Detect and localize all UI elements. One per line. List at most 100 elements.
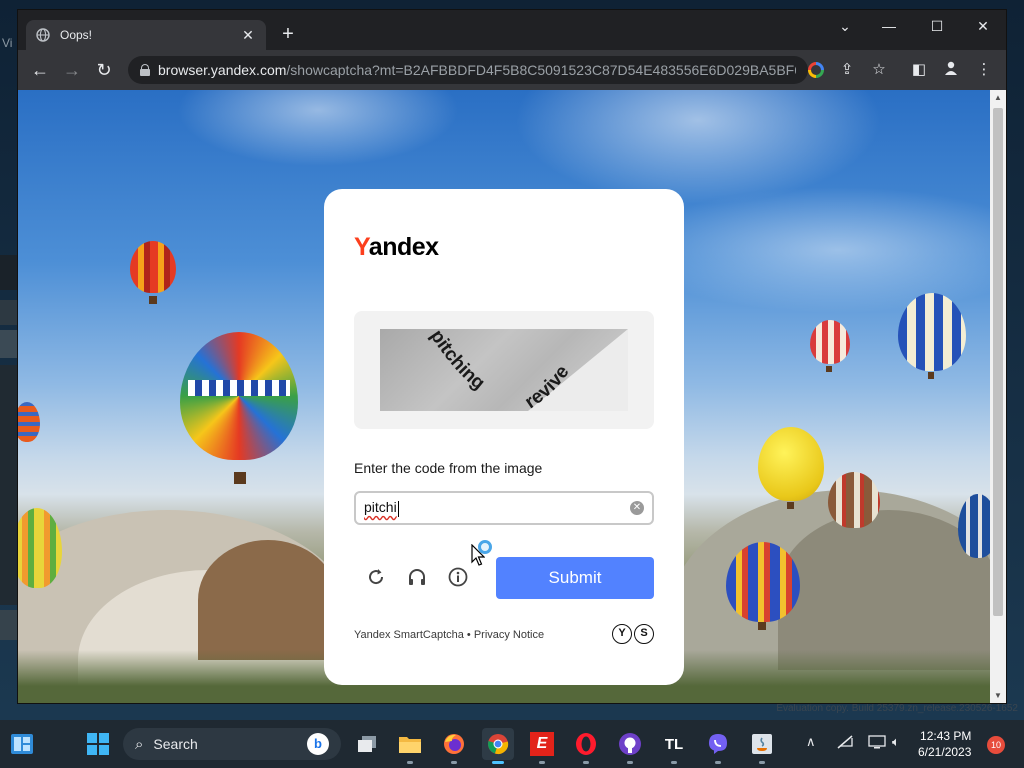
clock-time: 12:43 PM [920,729,972,743]
clear-input-icon[interactable]: ✕ [630,501,644,515]
page-viewport: Yandex pitching revive Enter the code fr… [18,90,990,703]
background-window-text: Vi [2,36,13,50]
mouse-cursor-icon [471,543,486,571]
minimize-icon[interactable]: — [874,16,904,36]
background-window-edge [0,255,18,290]
close-window-icon[interactable]: ✕ [968,16,998,36]
balloon-basket [826,366,832,372]
captcha-card: Yandex pitching revive Enter the code fr… [324,189,684,685]
google-icon[interactable] [808,62,824,78]
hot-air-balloon [958,494,990,558]
side-panel-icon[interactable]: ◧ [908,60,930,80]
viber-icon[interactable] [702,728,734,764]
hot-air-balloon [828,472,880,528]
github-icon[interactable] [614,728,646,764]
hot-air-balloon [180,332,298,460]
scroll-up-icon[interactable]: ▲ [990,93,1006,102]
chevron-down-icon[interactable]: ⌄ [830,16,860,36]
captcha-image: pitching revive [380,329,628,411]
lock-icon[interactable] [140,64,150,76]
hot-air-balloon [758,427,824,501]
info-icon[interactable] [446,565,470,589]
tl-icon[interactable]: TL [658,728,690,764]
taskbar: ⌕ Search b E TL ∧ 🔈︎ 12:43 PM 6/21/2023 [0,720,1024,768]
refresh-icon[interactable] [364,565,388,589]
evaluation-watermark: Evaluation copy. Build 25379.zn_release.… [776,703,1018,714]
hot-air-balloon [726,542,800,622]
balloon-basket [787,502,794,509]
url-path: /showcaptcha?mt=B2AFBBDFD4F5B8C5091523C8… [286,62,796,78]
background-window-edge [0,330,18,358]
notification-badge[interactable]: 10 [987,736,1005,754]
maximize-icon[interactable]: ☐ [922,16,952,36]
balloon-basket [928,372,934,379]
balloon-basket [234,472,246,484]
captcha-word-2: revive [521,362,573,411]
start-icon[interactable] [82,728,114,760]
menu-icon[interactable]: ⋮ [973,60,995,80]
search-icon: ⌕ [135,735,144,753]
url-host: browser.yandex.com [158,62,287,78]
footer-links[interactable]: Yandex SmartCaptcha • Privacy Notice [354,629,544,641]
hot-air-balloon [18,508,62,588]
taskbar-search[interactable]: ⌕ Search b [123,728,341,760]
tab-title: Oops! [60,28,93,42]
balloon-basket [758,622,766,630]
smartcaptcha-mark: S [634,624,654,644]
volume-icon[interactable]: 🔈︎ [892,734,900,750]
url-text[interactable]: browser.yandex.com/showcaptcha?mt=B2AFBB… [158,62,796,78]
background-window-edge [0,300,18,325]
widgets-icon[interactable] [6,728,38,760]
file-explorer-icon[interactable] [394,728,426,764]
captcha-word-1: pitching [426,329,489,394]
scroll-down-icon[interactable]: ▼ [990,691,1006,700]
balloon-pattern [188,380,290,396]
submit-button[interactable]: Submit [496,557,654,599]
headphones-icon[interactable] [405,565,429,589]
browser-toolbar: ← → ↻ browser.yandex.com/showcaptcha?mt=… [18,50,1006,90]
background-window-edge [0,610,18,640]
captcha-code-input[interactable]: pitchi ✕ [354,491,654,525]
opera-icon[interactable] [570,728,602,764]
reload-icon[interactable]: ↻ [92,60,116,80]
app-e-icon[interactable]: E [526,728,558,764]
clock-date: 6/21/2023 [918,745,972,759]
address-bar[interactable]: browser.yandex.com/showcaptcha?mt=B2AFBB… [128,56,808,84]
hot-air-balloon [898,293,966,371]
page-scrollbar[interactable]: ▲ ▼ [990,90,1006,703]
yandex-y-mark: Y [612,624,632,644]
monitor-icon[interactable] [868,734,886,753]
bing-icon[interactable]: b [307,733,329,755]
tab-oops[interactable]: Oops! ✕ [26,20,266,50]
network-off-icon[interactable] [836,734,854,753]
rock-formation [198,540,338,660]
hot-air-balloon [18,402,40,442]
star-icon[interactable]: ☆ [868,60,890,80]
plus-icon[interactable]: + [276,24,300,44]
close-icon[interactable]: ✕ [240,27,256,44]
browser-window: Oops! ✕ + ⌄ — ☐ ✕ ← → ↻ browser.yandex.c… [18,10,1006,703]
java-icon[interactable] [746,728,778,764]
back-icon[interactable]: ← [28,60,52,80]
yandex-marks: Y S [612,624,654,644]
system-clock[interactable]: 12:43 PM 6/21/2023 [918,728,971,760]
hot-air-balloon [130,241,176,293]
profile-icon[interactable] [940,60,962,82]
captcha-image-frame: pitching revive [354,311,654,429]
task-view-icon[interactable] [351,728,383,760]
scrollbar-thumb[interactable] [993,108,1003,616]
background-window-edge [0,365,18,605]
yandex-logo: Yandex [354,233,439,261]
balloon-basket [149,296,157,304]
hot-air-balloon [810,320,850,364]
share-icon[interactable]: ⇪ [836,60,858,80]
captcha-prompt: Enter the code from the image [354,460,543,476]
captcha-code-value[interactable]: pitchi [364,499,630,517]
forward-icon[interactable]: → [60,60,84,80]
globe-icon [36,28,50,42]
chevron-up-icon[interactable]: ∧ [806,734,816,750]
chrome-icon[interactable] [482,728,514,764]
search-label: Search [153,736,198,752]
tab-strip: Oops! ✕ + ⌄ — ☐ ✕ [18,10,1006,50]
firefox-icon[interactable] [438,728,470,764]
